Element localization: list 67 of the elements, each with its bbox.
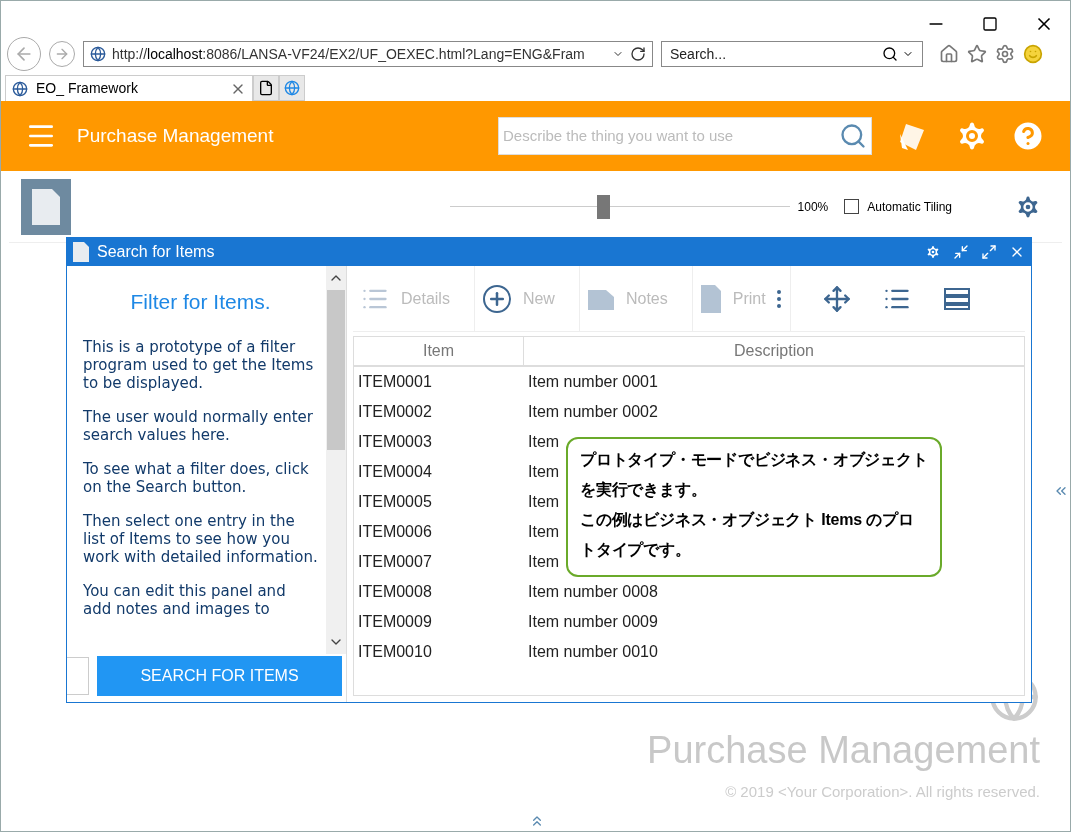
- table-cell-text: ITEM0008: [357, 582, 433, 602]
- table-cell-text: Item: [527, 522, 560, 542]
- expand-icon[interactable]: [981, 244, 997, 260]
- tiling-checkbox[interactable]: [844, 199, 860, 214]
- smiley-icon[interactable]: [1023, 44, 1043, 64]
- filter-paragraph: To see what a filter does, click on the Search button.: [83, 459, 310, 496]
- move-icon[interactable]: [822, 284, 851, 313]
- app-title: Purchase Management: [77, 123, 275, 148]
- settings-icon[interactable]: [995, 44, 1015, 64]
- table-cell-text: Item number 0008: [527, 582, 658, 602]
- table-cell-text: Item: [527, 462, 560, 482]
- table-cell-text: Item number 0002: [527, 402, 658, 422]
- zoom-reading: 100%: [797, 198, 829, 216]
- table-cell-text: Item: [527, 432, 560, 452]
- zoom-slider[interactable]: [449, 194, 790, 219]
- window-title: Search for Items: [97, 242, 216, 262]
- filter-paragraph: Then select one entry in the list of Items to see how you work with detailed information.: [83, 511, 318, 566]
- browser-tab[interactable]: EO_ Framework: [5, 75, 253, 101]
- column-header[interactable]: Item: [354, 337, 524, 365]
- table-cell-text: ITEM0003: [357, 432, 433, 452]
- scrollbar[interactable]: [326, 266, 346, 654]
- globe-icon: [12, 80, 28, 97]
- document-icon: [32, 188, 60, 225]
- table-cell-text: Item: [527, 492, 560, 512]
- search-icon[interactable]: [882, 46, 898, 62]
- table-cell-text: ITEM0004: [357, 462, 433, 482]
- filter-paragraph: This is a prototype of a filter program used to get the Items to be displayed.: [83, 337, 315, 392]
- globe-icon: [284, 80, 300, 96]
- filter-paragraph: The user would normally enter search values here.: [83, 407, 314, 444]
- search-field[interactable]: Describe the thing you want to use: [503, 124, 839, 148]
- search-button[interactable]: SEARCH FOR ITEMS: [97, 656, 342, 696]
- search-field[interactable]: Search...: [670, 43, 882, 65]
- document-tile[interactable]: [21, 178, 71, 235]
- filter-heading: Filter for Items.: [129, 289, 272, 315]
- new-tab-button[interactable]: [253, 75, 279, 101]
- search-box[interactable]: Search...: [661, 41, 923, 67]
- input-field[interactable]: [67, 657, 89, 695]
- plus-icon: [482, 284, 511, 313]
- callout-text: この例はビジネス・オブジェクト Items のプロトタイプです。: [580, 510, 915, 560]
- table-cell-text: ITEM0002: [357, 402, 433, 422]
- table-cell-text: Item number 0009: [527, 612, 658, 632]
- table-cell-text: ITEM0006: [357, 522, 433, 542]
- table-cell-text: ITEM0001: [357, 372, 433, 392]
- tab-title[interactable]: EO_ Framework: [36, 78, 222, 99]
- filter-paragraph: You can edit this panel and add notes and images to: [83, 581, 287, 618]
- table-cell-text: Item number 0010: [527, 642, 658, 662]
- table-cell-text: Item: [527, 552, 560, 572]
- table-cell-text: ITEM0009: [357, 612, 433, 632]
- table-cell-text: ITEM0007: [357, 552, 433, 572]
- table-cell-text: Item number 0001: [527, 372, 658, 392]
- star-icon[interactable]: [967, 44, 987, 64]
- column-header[interactable]: Description: [524, 337, 1024, 365]
- document-icon: [700, 284, 721, 313]
- home-icon[interactable]: [939, 44, 959, 64]
- settings-icon[interactable]: [925, 244, 941, 260]
- tiling-label: Automatic Tiling: [867, 198, 952, 216]
- table-cell-text: ITEM0005: [357, 492, 433, 512]
- page-icon: [258, 80, 274, 96]
- slider-thumb[interactable]: [596, 194, 610, 219]
- note-icon: [587, 287, 614, 310]
- maximize-icon[interactable]: [982, 16, 998, 32]
- shrink-icon[interactable]: [953, 244, 969, 260]
- right-arrow-icon: [54, 46, 70, 62]
- document-icon: [73, 242, 89, 262]
- table-cell-text: ITEM0010: [357, 642, 433, 662]
- rows-icon[interactable]: [942, 286, 971, 311]
- callout-text: プロトタイプ・モードでビジネス・オブジェクトを実行できます。: [580, 450, 928, 500]
